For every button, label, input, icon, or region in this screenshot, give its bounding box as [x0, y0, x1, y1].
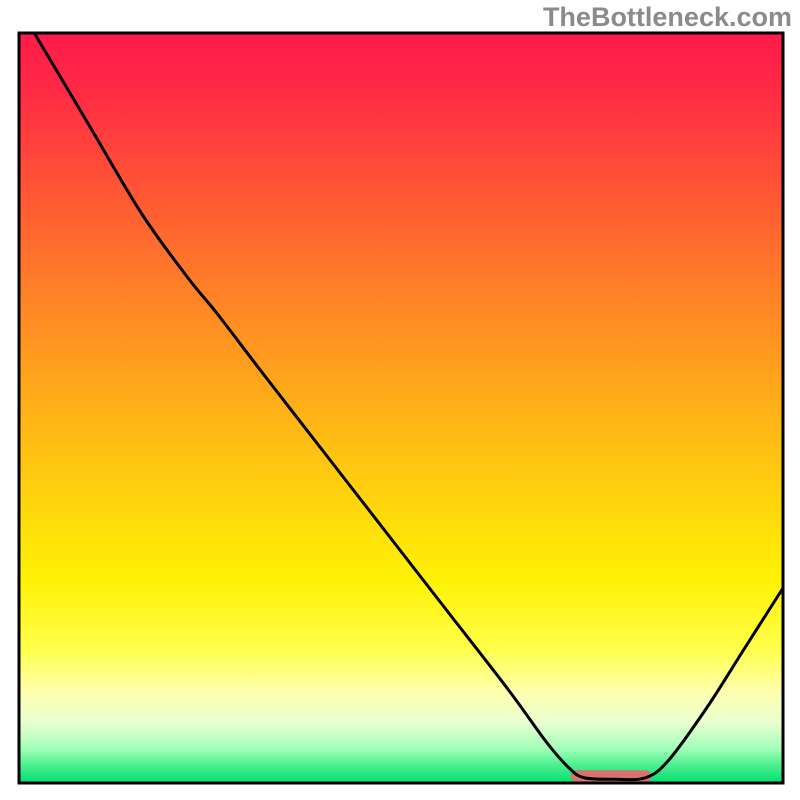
- bottleneck-chart: TheBottleneck.com: [0, 0, 800, 800]
- watermark-text: TheBottleneck.com: [543, 2, 792, 33]
- chart-svg: [0, 0, 800, 800]
- gradient-background: [19, 33, 783, 783]
